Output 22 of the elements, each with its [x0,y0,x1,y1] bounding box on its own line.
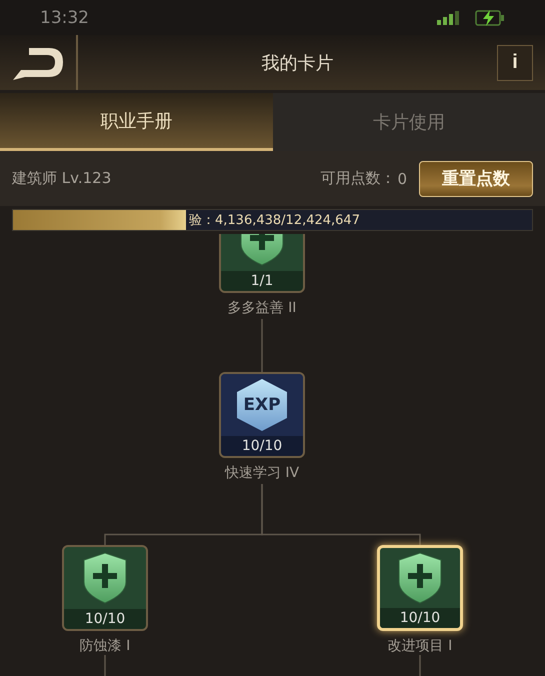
skill-name: 改进项目 I [386,637,454,655]
skill-count: 10/10 [221,436,303,456]
tab[interactable]: 职业手册 [0,93,272,151]
skill-card[interactable]: 10/10 [62,545,148,631]
skill-count: 10/10 [380,608,460,628]
skill-name: 快速学习 IV [224,464,300,482]
points-label: 可用点数： [320,169,396,188]
skill-count: 1/1 [221,271,303,291]
exp-badge-icon: EXP [237,379,287,431]
reset-points-button[interactable]: 重置点数 [419,160,533,196]
page-title: 我的卡片 [260,52,334,74]
experience-label: 验：4,136,438/12,424,647 [189,212,360,229]
skill-name: 防蚀漆 I [78,637,132,655]
skill-card[interactable]: 10/10 [377,545,463,631]
skill-card[interactable]: 1/1 [219,234,305,293]
skill-name: 多多益善 II [226,299,298,317]
class-level: 建筑师 Lv.123 [12,169,112,188]
status-time: 13:32 [40,8,89,28]
skill-count: 10/10 [64,609,146,629]
skill-card[interactable]: EXP 10/10 [219,372,305,458]
points-value: 0 [397,170,407,188]
info-button[interactable]: i [497,44,533,80]
